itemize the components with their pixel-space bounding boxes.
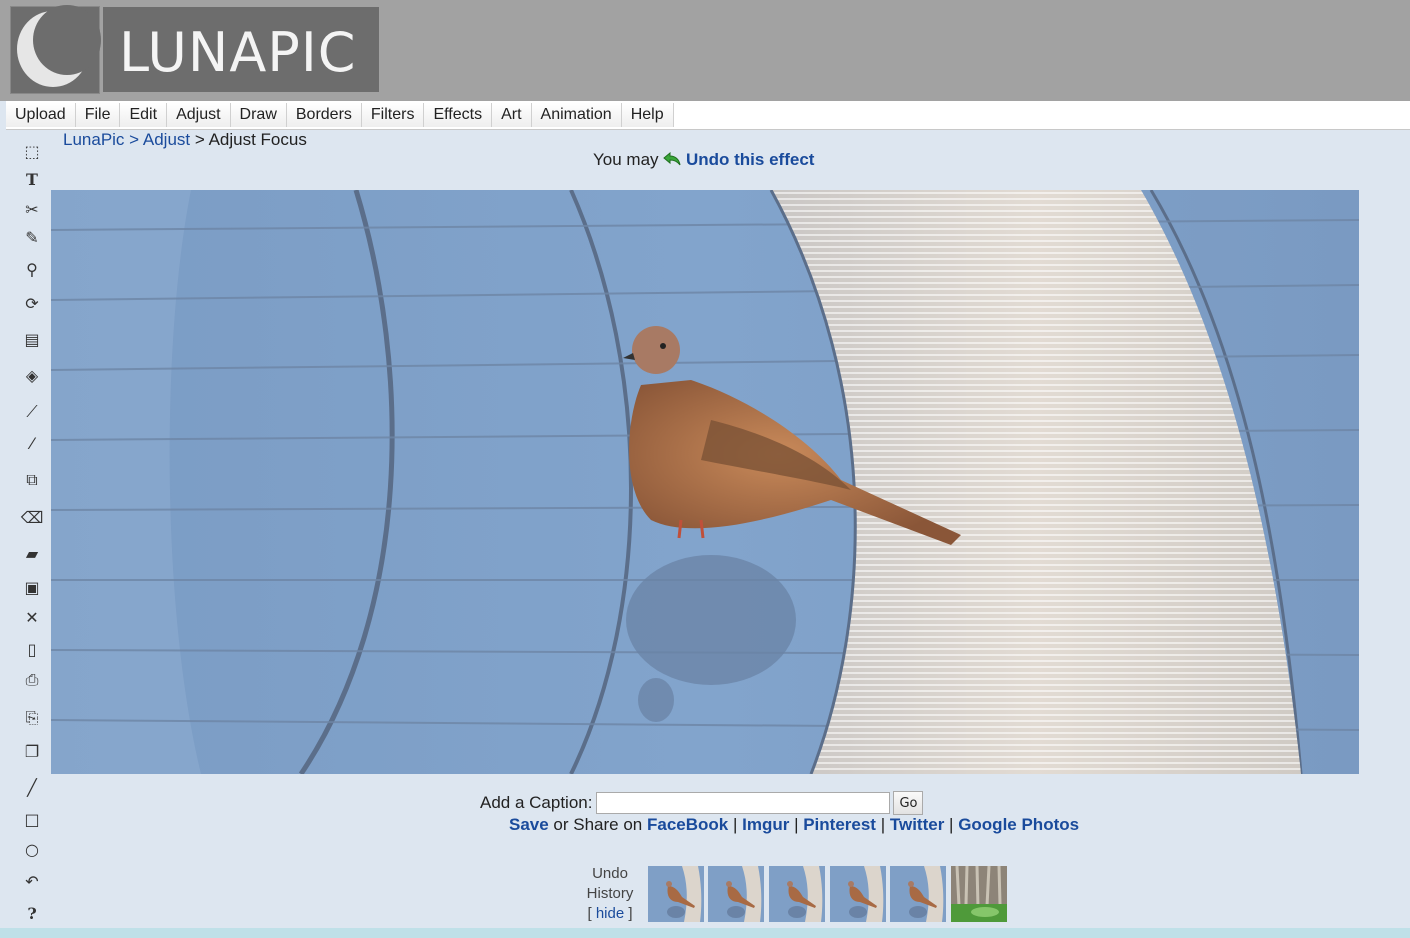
- menu-effects[interactable]: Effects: [424, 103, 493, 127]
- share-text: or Share on: [548, 815, 647, 834]
- undo-notice: You may Undo this effect: [593, 150, 814, 170]
- open-folder-icon[interactable]: ▰: [18, 542, 46, 566]
- menu-borders[interactable]: Borders: [286, 103, 362, 127]
- share-imgur-link[interactable]: Imgur: [742, 815, 789, 834]
- menu-animation[interactable]: Animation: [531, 103, 622, 127]
- undo-arrow-icon[interactable]: [663, 151, 681, 166]
- bottom-strip: [0, 928, 1410, 938]
- menu-edit[interactable]: Edit: [120, 103, 168, 127]
- breadcrumb: LunaPic > Adjust > Adjust Focus: [63, 130, 307, 150]
- menu-filters[interactable]: Filters: [361, 103, 425, 127]
- history-thumbnail[interactable]: [708, 866, 764, 922]
- breadcrumb-separator: >: [190, 130, 209, 149]
- caption-input[interactable]: [596, 792, 891, 814]
- caption-go-button[interactable]: Go: [893, 791, 924, 815]
- history-thumbnail[interactable]: [890, 866, 946, 922]
- history-thumbnail[interactable]: [769, 866, 825, 922]
- app-header: LUNAPIC: [0, 0, 1410, 101]
- share-separator: |: [944, 815, 959, 834]
- crop-icon[interactable]: ⧉: [18, 468, 46, 492]
- save-link[interactable]: Save: [509, 815, 549, 834]
- share-separator: |: [875, 815, 890, 834]
- history-thumbnail[interactable]: [648, 866, 704, 922]
- brush-icon[interactable]: ⁄: [18, 432, 46, 456]
- breadcrumb-adjust-link[interactable]: Adjust: [143, 130, 190, 149]
- print-icon[interactable]: ⎙: [18, 668, 46, 692]
- caption-row: Add a Caption: Go: [480, 791, 924, 815]
- caption-label: Add a Caption:: [480, 793, 593, 812]
- photo-dove-on-pool-tiles: [51, 190, 1359, 774]
- menu-draw[interactable]: Draw: [230, 103, 287, 127]
- text-icon[interactable]: T: [18, 168, 46, 192]
- lunapic-logo[interactable]: LUNAPIC: [103, 7, 379, 92]
- undo-history-label: Undo History [ hide ]: [576, 864, 644, 924]
- menu-help[interactable]: Help: [621, 103, 674, 127]
- share-facebook-link[interactable]: FaceBook: [647, 815, 728, 834]
- breadcrumb-separator: >: [124, 130, 143, 149]
- close-icon[interactable]: ✕: [18, 606, 46, 630]
- history-thumbnail[interactable]: [951, 866, 1007, 922]
- breadcrumb-home-link[interactable]: LunaPic: [63, 130, 124, 149]
- hide-history-link[interactable]: hide: [596, 905, 624, 922]
- share-row: Save or Share on FaceBook | Imgur | Pint…: [509, 815, 1079, 835]
- share-google-photos-link[interactable]: Google Photos: [958, 815, 1079, 834]
- rotate-icon[interactable]: ⟳: [18, 292, 46, 316]
- share-pinterest-link[interactable]: Pinterest: [803, 815, 876, 834]
- paint-bucket-icon[interactable]: ◈: [18, 364, 46, 388]
- main-menu: Upload File Edit Adjust Draw Borders Filters Ef…: [6, 101, 1410, 130]
- rectangle-icon[interactable]: □: [18, 808, 46, 832]
- eyedropper-icon[interactable]: ⟋: [18, 400, 46, 424]
- scissors-icon[interactable]: ✂: [18, 198, 46, 222]
- undo-effect-link[interactable]: Undo this effect: [686, 150, 814, 169]
- undo-icon[interactable]: ↶: [18, 870, 46, 894]
- paste-icon[interactable]: ⎘: [18, 706, 46, 730]
- line-icon[interactable]: ╱: [18, 776, 46, 800]
- undo-history-line1: Undo: [592, 865, 628, 882]
- logo-text: LUNAPIC: [119, 21, 357, 84]
- undo-notice-prefix: You may: [593, 150, 664, 169]
- menu-upload[interactable]: Upload: [6, 103, 76, 127]
- save-icon[interactable]: ▣: [18, 576, 46, 600]
- select-icon[interactable]: ⬚: [18, 140, 46, 164]
- pencil-icon[interactable]: ✎: [18, 226, 46, 250]
- menu-file[interactable]: File: [75, 103, 121, 127]
- moon-icon: [17, 5, 101, 87]
- menu-adjust[interactable]: Adjust: [167, 103, 231, 127]
- menu-art[interactable]: Art: [492, 103, 532, 127]
- breadcrumb-current: Adjust Focus: [208, 130, 307, 149]
- undo-history-line2: History: [586, 885, 634, 902]
- edited-photo-canvas[interactable]: [51, 190, 1359, 774]
- eraser-icon[interactable]: ⌫: [18, 506, 46, 530]
- lunapic-moon-logo[interactable]: [10, 5, 101, 94]
- new-file-icon[interactable]: ▯: [18, 638, 46, 662]
- share-twitter-link[interactable]: Twitter: [890, 815, 944, 834]
- zoom-icon[interactable]: ⚲: [18, 258, 46, 282]
- history-thumbnail[interactable]: [830, 866, 886, 922]
- undo-history-hide: [ hide ]: [587, 905, 633, 922]
- share-separator: |: [728, 815, 743, 834]
- share-separator: |: [789, 815, 804, 834]
- help-icon[interactable]: ?: [18, 902, 46, 926]
- copy-icon[interactable]: ❐: [18, 740, 46, 764]
- circle-icon[interactable]: ○: [18, 838, 46, 862]
- gradient-icon[interactable]: ▤: [18, 328, 46, 352]
